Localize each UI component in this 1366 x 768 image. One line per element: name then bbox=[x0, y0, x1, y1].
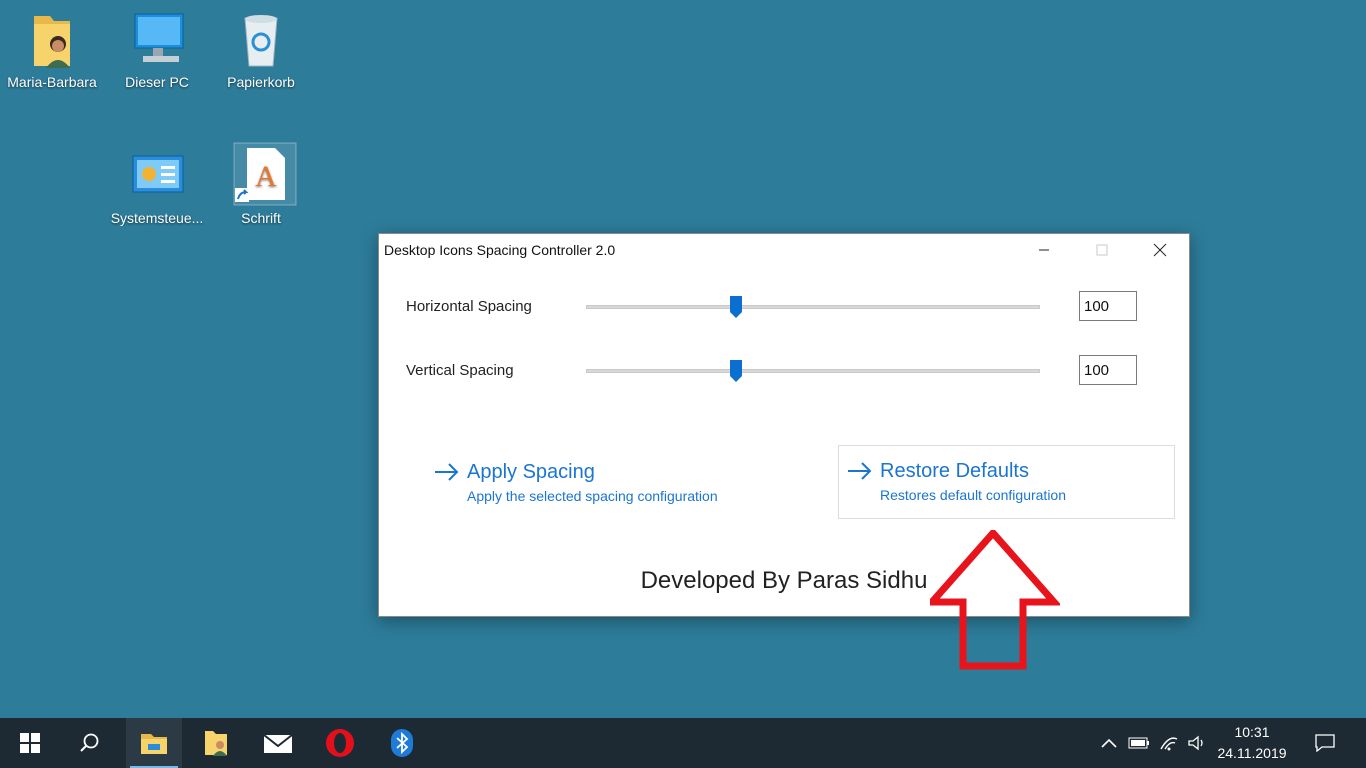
arrow-right-icon bbox=[848, 462, 872, 480]
vertical-spacing-label: Vertical Spacing bbox=[406, 362, 514, 379]
arrow-right-icon bbox=[435, 463, 459, 481]
apply-spacing-subtitle: Apply the selected spacing configuration bbox=[467, 488, 718, 504]
minimize-icon bbox=[1039, 249, 1049, 251]
battery-icon[interactable] bbox=[1128, 733, 1150, 753]
file-explorer-button[interactable] bbox=[126, 718, 182, 768]
desktop-icon-maria-barbara[interactable]: Maria-Barbara bbox=[0, 10, 104, 90]
red-up-arrow-annotation bbox=[930, 530, 1060, 670]
svg-text:A: A bbox=[255, 160, 277, 193]
vertical-spacing-value[interactable] bbox=[1079, 355, 1137, 385]
user-folder-icon bbox=[205, 731, 227, 756]
horizontal-spacing-slider[interactable] bbox=[586, 296, 1040, 318]
file-explorer-icon bbox=[141, 734, 167, 754]
clock-date: 24.11.2019 bbox=[1217, 745, 1287, 761]
minimize-button[interactable] bbox=[1015, 234, 1073, 266]
apply-spacing-title: Apply Spacing bbox=[467, 461, 595, 483]
horizontal-spacing-value[interactable] bbox=[1079, 291, 1137, 321]
opera-button[interactable] bbox=[312, 718, 368, 768]
search-icon bbox=[80, 733, 99, 752]
user-folder-icon bbox=[24, 10, 80, 70]
title-bar[interactable]: Desktop Icons Spacing Controller 2.0 bbox=[379, 234, 1189, 266]
chevron-up-icon[interactable] bbox=[1098, 733, 1120, 753]
window-title: Desktop Icons Spacing Controller 2.0 bbox=[384, 242, 616, 258]
restore-defaults-subtitle: Restores default configuration bbox=[880, 487, 1066, 503]
taskbar: 10:31 24.11.2019 bbox=[0, 718, 1366, 768]
clock-time: 10:31 bbox=[1234, 724, 1270, 740]
horizontal-spacing-label: Horizontal Spacing bbox=[406, 298, 532, 315]
desktop-icon-papierkorb[interactable]: Papierkorb bbox=[209, 10, 313, 90]
search-button[interactable] bbox=[62, 718, 118, 768]
opera-icon bbox=[326, 729, 354, 757]
recycle-bin-icon bbox=[233, 10, 289, 70]
restore-defaults-title: Restore Defaults bbox=[880, 460, 1029, 482]
control-panel-icon bbox=[129, 146, 185, 206]
spacing-controller-window: Desktop Icons Spacing Controller 2.0 Hor… bbox=[378, 233, 1190, 617]
desktop-icon-systemsteuerung[interactable]: Systemsteue... bbox=[105, 146, 209, 226]
system-clock[interactable]: 10:31 24.11.2019 bbox=[1212, 722, 1292, 764]
volume-icon[interactable] bbox=[1186, 733, 1208, 753]
bluetooth-button[interactable] bbox=[374, 718, 430, 768]
apply-spacing-button[interactable]: Apply Spacing Apply the selected spacing… bbox=[426, 447, 806, 521]
start-button[interactable] bbox=[2, 718, 58, 768]
wifi-icon[interactable] bbox=[1158, 733, 1180, 753]
close-icon bbox=[1153, 243, 1167, 257]
vertical-spacing-row: Vertical Spacing bbox=[379, 350, 1189, 390]
restore-defaults-button[interactable]: Restore Defaults Restores default config… bbox=[838, 445, 1175, 519]
desktop-icon-dieser-pc[interactable]: Dieser PC bbox=[105, 10, 209, 90]
user-files-button[interactable] bbox=[188, 718, 244, 768]
computer-icon bbox=[129, 10, 185, 70]
windows-logo-icon bbox=[20, 733, 40, 753]
horizontal-slider-thumb[interactable] bbox=[730, 296, 743, 318]
bluetooth-icon bbox=[391, 729, 413, 757]
mail-icon bbox=[263, 734, 293, 753]
notification-icon[interactable] bbox=[1314, 733, 1336, 753]
vertical-slider-thumb[interactable] bbox=[730, 360, 743, 382]
maximize-button[interactable] bbox=[1073, 234, 1131, 266]
developer-credit: Developed By Paras Sidhu bbox=[640, 567, 928, 594]
mail-button[interactable] bbox=[250, 718, 306, 768]
font-file-shortcut-icon: A bbox=[233, 142, 297, 206]
desktop-icon-schrift[interactable]: A Schrift bbox=[209, 142, 313, 226]
horizontal-spacing-row: Horizontal Spacing bbox=[379, 286, 1189, 326]
maximize-icon bbox=[1096, 244, 1108, 256]
vertical-spacing-slider[interactable] bbox=[586, 360, 1040, 382]
close-button[interactable] bbox=[1131, 234, 1189, 266]
